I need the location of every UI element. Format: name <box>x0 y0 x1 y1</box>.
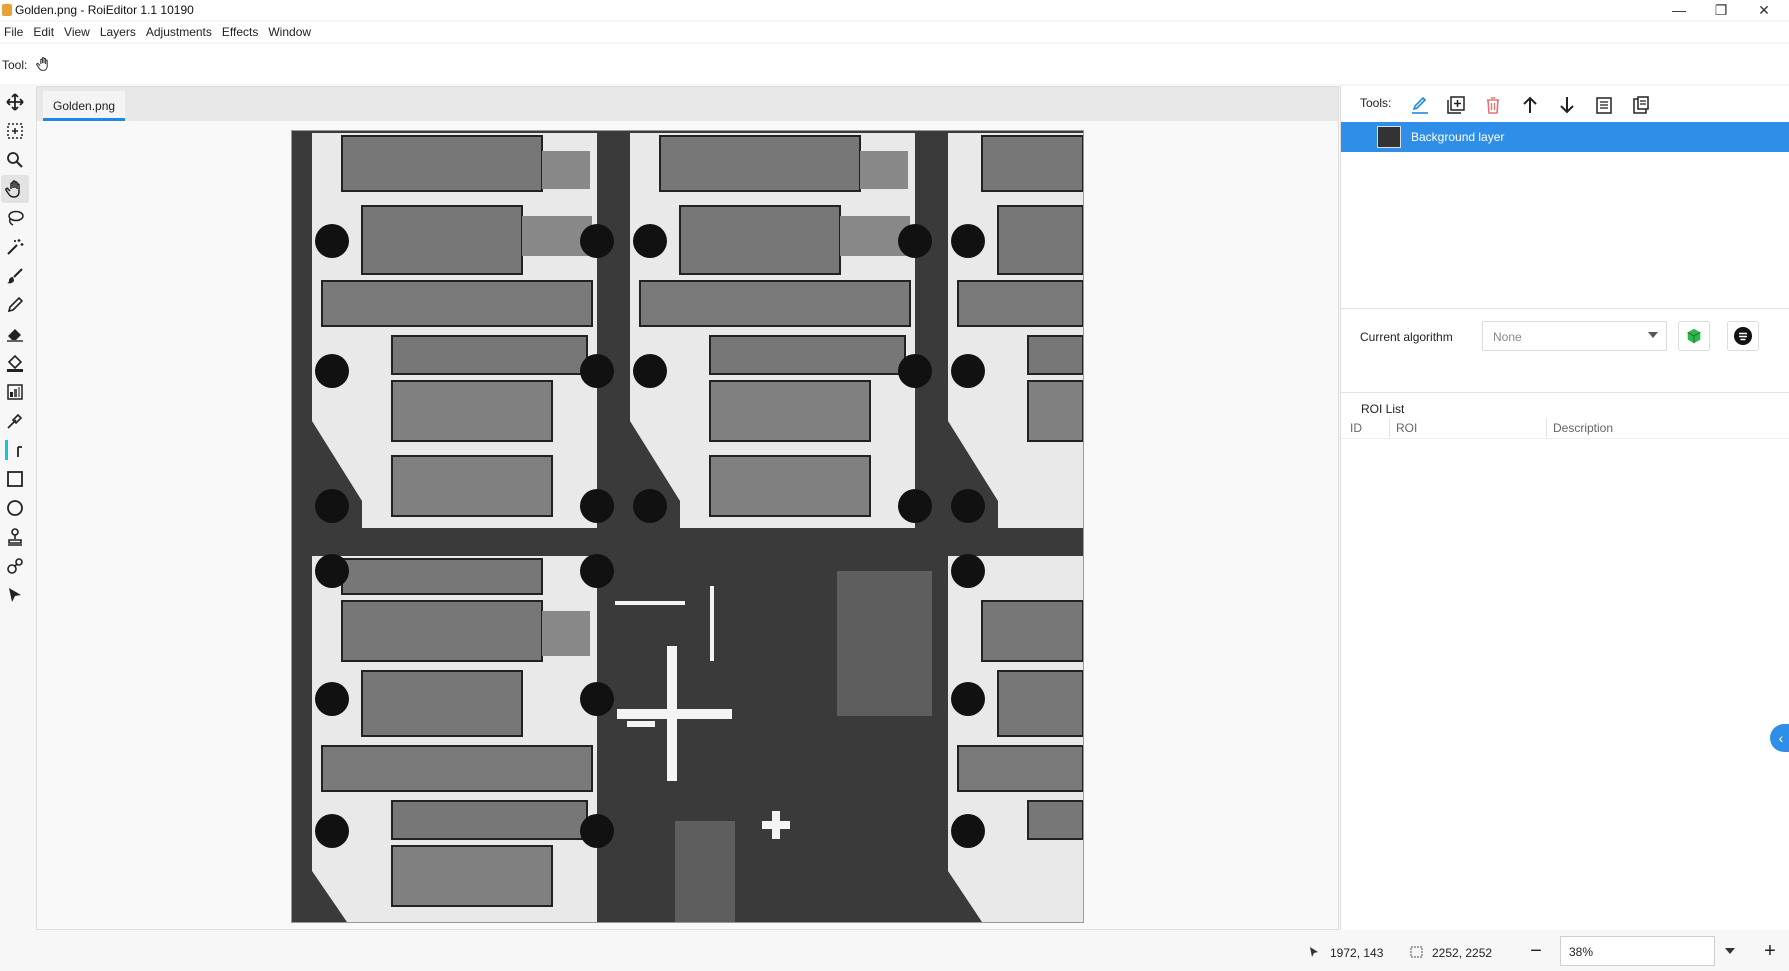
text-icon[interactable] <box>1 436 29 464</box>
clone-stamp-icon[interactable] <box>1 523 29 551</box>
delete-icon[interactable] <box>1478 91 1508 119</box>
algorithm-select[interactable]: None <box>1482 321 1667 351</box>
algorithm-section: Current algorithm None <box>1341 308 1789 388</box>
paste-icon[interactable] <box>1626 91 1656 119</box>
zoom-in-button[interactable]: + <box>1758 938 1782 964</box>
tool-options-bar: Tool: <box>0 44 1789 84</box>
zoom-input[interactable]: 38% <box>1560 936 1715 966</box>
hand-icon[interactable] <box>36 56 54 74</box>
image-canvas[interactable] <box>291 130 1084 923</box>
duplicate-icon[interactable] <box>1589 91 1619 119</box>
roi-list-title: ROI List <box>1361 402 1405 416</box>
gradient-icon[interactable] <box>1 378 29 406</box>
status-bar: 1972, 143 2252, 2252 − 38% + <box>0 932 1789 971</box>
menu-view[interactable]: View <box>60 22 96 42</box>
tab-bar: Golden.png <box>37 87 1338 121</box>
lasso-icon[interactable] <box>1 204 29 232</box>
cube-icon <box>1687 328 1701 344</box>
chevron-left-icon: ‹ <box>1778 730 1784 746</box>
rect-select-icon[interactable] <box>1 117 29 145</box>
close-button[interactable]: ✕ <box>1744 0 1784 20</box>
algorithm-settings-button[interactable] <box>1727 321 1759 351</box>
window-title: Golden.png - RoiEditor 1.1 10190 <box>15 3 194 17</box>
eraser-icon[interactable] <box>1 320 29 348</box>
menu-layers[interactable]: Layers <box>96 22 142 42</box>
column-roi[interactable]: ROI <box>1396 421 1417 435</box>
edit-icon[interactable] <box>1405 91 1435 119</box>
selection-size-icon <box>1410 946 1423 958</box>
roi-table-body[interactable] <box>1341 441 1789 921</box>
layer-thumbnail <box>1377 126 1401 148</box>
pcb-cell <box>630 133 932 528</box>
menu-adjustments[interactable]: Adjustments <box>142 22 218 42</box>
chevron-down-icon <box>1648 332 1658 338</box>
zoom-icon[interactable] <box>1 146 29 174</box>
column-description[interactable]: Description <box>1553 421 1613 435</box>
right-panel: Tools: Background layer Current algorith… <box>1340 86 1789 930</box>
cursor-position: 1972, 143 <box>1330 946 1384 960</box>
pencil-icon[interactable] <box>1 291 29 319</box>
pcb-cell <box>312 554 614 922</box>
pointer-icon[interactable] <box>1 581 29 609</box>
tab-golden-png[interactable]: Golden.png <box>43 91 126 121</box>
chevron-down-icon <box>1725 948 1735 954</box>
move-icon[interactable] <box>1 88 29 116</box>
app-icon <box>2 4 12 16</box>
recolor-icon[interactable] <box>1 552 29 580</box>
add-layer-icon[interactable] <box>1441 91 1471 119</box>
algorithm-cube-button[interactable] <box>1678 321 1710 351</box>
column-id[interactable]: ID <box>1350 421 1362 435</box>
roi-table-header: ID ROI Description <box>1341 417 1789 439</box>
menu-edit[interactable]: Edit <box>29 22 60 42</box>
menu-window[interactable]: Window <box>264 22 317 42</box>
document-area: Golden.png <box>36 86 1339 930</box>
title-bar: Golden.png - RoiEditor 1.1 10190 — ❐ ✕ <box>0 0 1789 20</box>
paint-bucket-icon[interactable] <box>1 349 29 377</box>
magic-wand-icon[interactable] <box>1 233 29 261</box>
image-size: 2252, 2252 <box>1432 946 1493 960</box>
menu-file[interactable]: File <box>0 22 29 42</box>
menu-bar: File Edit View Layers Adjustments Effect… <box>0 22 1789 42</box>
pcb-image <box>292 131 1084 922</box>
tool-label: Tool: <box>2 58 28 72</box>
pcb-cell <box>312 133 614 528</box>
zoom-out-button[interactable]: − <box>1524 938 1548 964</box>
color-picker-icon[interactable] <box>1 407 29 435</box>
ellipse-icon[interactable] <box>1 494 29 522</box>
paintbrush-icon[interactable] <box>1 262 29 290</box>
zoom-value: 38% <box>1569 945 1594 959</box>
zoom-dropdown-button[interactable] <box>1715 936 1745 966</box>
algorithm-label: Current algorithm <box>1360 330 1453 344</box>
menu-circle-icon <box>1734 327 1752 345</box>
layer-item-background[interactable]: Background layer <box>1341 122 1789 152</box>
restore-button[interactable]: ❐ <box>1701 0 1741 20</box>
cursor-icon <box>1310 947 1318 957</box>
rectangle-icon[interactable] <box>1 465 29 493</box>
pcb-cell <box>948 554 1084 922</box>
hand-icon[interactable] <box>1 175 29 203</box>
pcb-cell <box>948 133 1084 528</box>
menu-effects[interactable]: Effects <box>218 22 264 42</box>
roi-list-section: ROI List ID ROI Description <box>1341 392 1789 930</box>
layer-tools-label: Tools: <box>1360 96 1392 110</box>
move-down-icon[interactable] <box>1552 91 1582 119</box>
minimize-button[interactable]: — <box>1659 0 1699 20</box>
algorithm-value: None <box>1493 330 1522 344</box>
move-up-icon[interactable] <box>1515 91 1545 119</box>
toolbox <box>0 86 32 946</box>
layer-name: Background layer <box>1411 130 1505 144</box>
